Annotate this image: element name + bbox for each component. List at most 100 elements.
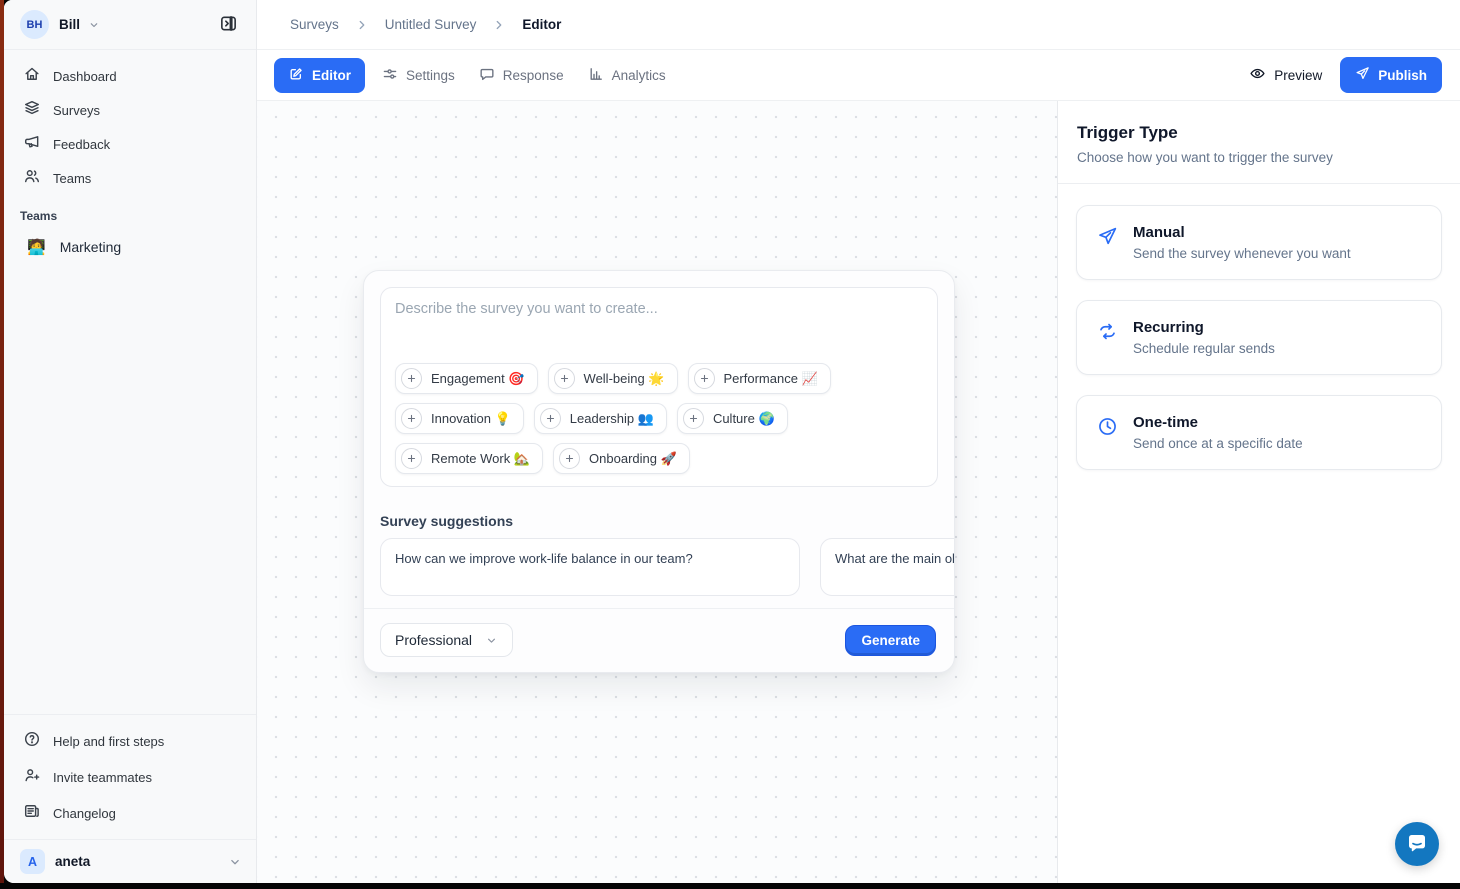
tab-response[interactable]: Response	[472, 58, 571, 93]
chat-bubble-icon	[1405, 831, 1429, 858]
trigger-option-manual[interactable]: Manual Send the survey whenever you want	[1076, 205, 1442, 280]
composer-footer: Professional Generate	[364, 608, 954, 672]
plus-icon	[559, 448, 580, 469]
sidebar-item-changelog[interactable]: Changelog	[14, 795, 246, 831]
panel-title: Trigger Type	[1077, 123, 1436, 143]
survey-description-input[interactable]	[395, 301, 923, 363]
breadcrumb: Surveys Untitled Survey Editor	[257, 0, 1460, 50]
editor-canvas[interactable]: Engagement 🎯 Well-being 🌟 Performance 📈 …	[257, 101, 1057, 883]
publish-label: Publish	[1378, 68, 1427, 83]
sliders-icon	[382, 66, 398, 85]
repeat-icon	[1097, 321, 1118, 356]
plus-icon	[683, 408, 704, 429]
help-circle-icon	[23, 730, 41, 753]
sidebar-footer-nav: Help and first steps Invite teammates Ch…	[4, 714, 256, 839]
chevron-right-icon	[492, 18, 506, 32]
sidebar-item-label: Help and first steps	[53, 734, 164, 749]
team-emoji: 🧑‍💻	[27, 238, 46, 256]
suggestions-row: How can we improve work-life balance in …	[364, 538, 954, 608]
teams-section-label: Teams	[4, 195, 256, 229]
plus-icon	[540, 408, 561, 429]
breadcrumb-surveys[interactable]: Surveys	[290, 17, 339, 32]
chevron-down-icon	[88, 19, 100, 31]
account-avatar: A	[20, 849, 45, 874]
sidebar-item-label: Surveys	[53, 103, 100, 118]
suggestion-card[interactable]: How can we improve work-life balance in …	[380, 538, 800, 596]
sidebar-item-label: Teams	[53, 171, 91, 186]
publish-button[interactable]: Publish	[1340, 57, 1442, 93]
app-window: BH Bill Dashboard Surveys	[4, 0, 1460, 883]
account-switcher[interactable]: A aneta	[4, 839, 256, 883]
preview-button[interactable]: Preview	[1249, 65, 1322, 85]
send-icon	[1097, 226, 1118, 261]
tab-settings[interactable]: Settings	[375, 58, 462, 93]
suggestion-card[interactable]: What are the main ob	[820, 538, 954, 596]
home-icon	[23, 65, 41, 88]
plus-icon	[401, 408, 422, 429]
trigger-option-recurring[interactable]: Recurring Schedule regular sends	[1076, 300, 1442, 375]
trigger-option-description: Send the survey whenever you want	[1133, 246, 1351, 261]
topic-chip-culture[interactable]: Culture 🌍	[677, 403, 788, 434]
sidebar-nav: Dashboard Surveys Feedback Teams	[4, 50, 256, 195]
preview-label: Preview	[1274, 68, 1322, 83]
workspace-name: Bill	[59, 17, 80, 32]
sidebar-item-team-marketing[interactable]: 🧑‍💻 Marketing	[14, 229, 246, 265]
prompt-card: Engagement 🎯 Well-being 🌟 Performance 📈 …	[380, 287, 938, 487]
topic-chip-wellbeing[interactable]: Well-being 🌟	[548, 363, 678, 394]
breadcrumb-editor: Editor	[522, 17, 561, 32]
plus-icon	[401, 368, 422, 389]
sidebar-item-help[interactable]: Help and first steps	[14, 723, 246, 759]
topic-chip-innovation[interactable]: Innovation 💡	[395, 403, 524, 434]
main-area: Surveys Untitled Survey Editor Editor Se…	[257, 0, 1460, 883]
trigger-panel-header: Trigger Type Choose how you want to trig…	[1058, 101, 1460, 184]
workspace-switcher[interactable]: BH Bill	[20, 10, 100, 39]
tab-label: Settings	[406, 68, 455, 83]
layers-icon	[23, 99, 41, 122]
breadcrumb-untitled-survey[interactable]: Untitled Survey	[385, 17, 477, 32]
tab-label: Analytics	[612, 68, 666, 83]
plus-icon	[694, 368, 715, 389]
panel-toggle-icon	[219, 14, 238, 36]
sidebar-item-label: Changelog	[53, 806, 116, 821]
sidebar-item-surveys[interactable]: Surveys	[14, 93, 246, 127]
trigger-option-one-time[interactable]: One-time Send once at a specific date	[1076, 395, 1442, 470]
eye-icon	[1249, 65, 1266, 85]
trigger-option-title: Manual	[1133, 224, 1351, 241]
topic-chip-engagement[interactable]: Engagement 🎯	[395, 363, 538, 394]
account-name: aneta	[55, 854, 90, 869]
sidebar-item-invite[interactable]: Invite teammates	[14, 759, 246, 795]
changelog-icon	[23, 802, 41, 825]
topic-chips: Engagement 🎯 Well-being 🌟 Performance 📈 …	[395, 363, 923, 474]
plus-icon	[554, 368, 575, 389]
tab-editor[interactable]: Editor	[274, 58, 365, 93]
chevron-down-icon	[485, 634, 498, 647]
chat-launcher-button[interactable]	[1395, 822, 1439, 866]
workspace-avatar: BH	[20, 10, 49, 39]
trigger-option-title: One-time	[1133, 414, 1303, 431]
panel-subtitle: Choose how you want to trigger the surve…	[1077, 150, 1436, 165]
topic-chip-leadership[interactable]: Leadership 👥	[534, 403, 667, 434]
tone-select[interactable]: Professional	[380, 623, 513, 657]
sidebar-item-feedback[interactable]: Feedback	[14, 127, 246, 161]
suggestions-heading: Survey suggestions	[364, 487, 954, 538]
generate-button[interactable]: Generate	[845, 625, 936, 656]
survey-composer-card: Engagement 🎯 Well-being 🌟 Performance 📈 …	[363, 270, 955, 673]
bar-chart-icon	[588, 66, 604, 85]
chevron-down-icon	[228, 855, 242, 869]
trigger-option-description: Schedule regular sends	[1133, 341, 1275, 356]
send-icon	[1355, 66, 1370, 84]
sidebar-collapse-button[interactable]	[214, 11, 242, 39]
tab-label: Response	[503, 68, 564, 83]
sidebar-item-label: Invite teammates	[53, 770, 152, 785]
sidebar-item-teams[interactable]: Teams	[14, 161, 246, 195]
tab-analytics[interactable]: Analytics	[581, 58, 673, 93]
sidebar-item-dashboard[interactable]: Dashboard	[14, 59, 246, 93]
team-name: Marketing	[60, 239, 121, 255]
tab-label: Editor	[312, 68, 351, 83]
topic-chip-remote-work[interactable]: Remote Work 🏡	[395, 443, 543, 474]
sidebar: BH Bill Dashboard Surveys	[4, 0, 257, 883]
sidebar-item-label: Feedback	[53, 137, 110, 152]
tab-bar: Editor Settings Response Analytics	[257, 50, 1460, 101]
topic-chip-onboarding[interactable]: Onboarding 🚀	[553, 443, 690, 474]
topic-chip-performance[interactable]: Performance 📈	[688, 363, 831, 394]
